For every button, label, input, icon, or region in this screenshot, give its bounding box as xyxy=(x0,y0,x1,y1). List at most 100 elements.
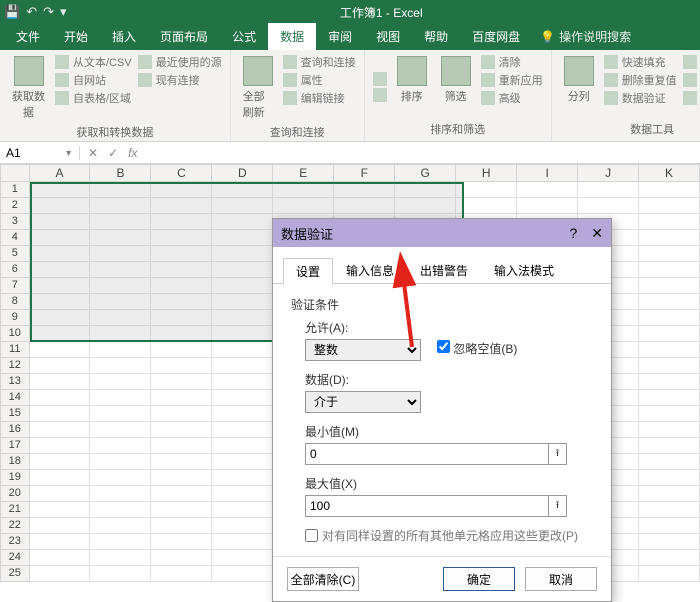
row-header[interactable]: 9 xyxy=(0,310,30,326)
min-input[interactable] xyxy=(305,443,549,465)
sort-desc-button[interactable] xyxy=(373,88,387,102)
cell[interactable] xyxy=(212,262,273,278)
cell[interactable] xyxy=(90,374,151,390)
cell[interactable] xyxy=(30,518,91,534)
remove-dup-button[interactable]: 删除重复值 xyxy=(604,72,677,88)
row-header[interactable]: 24 xyxy=(0,550,30,566)
clear-filter-button[interactable]: 清除 xyxy=(481,54,543,70)
row-header[interactable]: 12 xyxy=(0,358,30,374)
cell[interactable] xyxy=(212,390,273,406)
cell[interactable] xyxy=(151,470,212,486)
cell[interactable] xyxy=(151,246,212,262)
cell[interactable] xyxy=(30,438,91,454)
cell[interactable] xyxy=(90,278,151,294)
tab-baidu[interactable]: 百度网盘 xyxy=(460,23,532,50)
text-to-columns-button[interactable]: 分列 xyxy=(560,54,598,119)
cell[interactable] xyxy=(639,534,700,550)
column-header[interactable]: E xyxy=(273,164,334,182)
tab-layout[interactable]: 页面布局 xyxy=(148,23,220,50)
cell[interactable] xyxy=(151,486,212,502)
cell[interactable] xyxy=(30,470,91,486)
cell[interactable] xyxy=(30,294,91,310)
cell[interactable] xyxy=(151,198,212,214)
flash-fill-button[interactable]: 快速填充 xyxy=(604,54,677,70)
row-header[interactable]: 17 xyxy=(0,438,30,454)
select-all-corner[interactable] xyxy=(0,164,30,182)
cell[interactable] xyxy=(639,550,700,566)
cell[interactable] xyxy=(30,390,91,406)
cell[interactable] xyxy=(639,470,700,486)
cell[interactable] xyxy=(334,182,395,198)
cell[interactable] xyxy=(639,422,700,438)
cell[interactable] xyxy=(212,422,273,438)
redo-icon[interactable]: ↷ xyxy=(43,4,54,20)
row-header[interactable]: 21 xyxy=(0,502,30,518)
max-input[interactable] xyxy=(305,495,549,517)
cell[interactable] xyxy=(212,566,273,582)
tell-me-search[interactable]: 💡 操作说明搜索 xyxy=(532,23,639,50)
cell[interactable] xyxy=(639,278,700,294)
cell[interactable] xyxy=(639,294,700,310)
ignore-blank-checkbox[interactable]: 忽略空值(B) xyxy=(437,340,517,357)
cell[interactable] xyxy=(151,422,212,438)
row-header[interactable]: 10 xyxy=(0,326,30,342)
cell[interactable] xyxy=(212,326,273,342)
cell[interactable] xyxy=(30,358,91,374)
cell[interactable] xyxy=(151,406,212,422)
cell[interactable] xyxy=(212,406,273,422)
cell[interactable] xyxy=(90,198,151,214)
edit-links-button[interactable]: 编辑链接 xyxy=(283,90,356,106)
from-table-button[interactable]: 自表格/区域 xyxy=(55,90,132,106)
cell[interactable] xyxy=(90,422,151,438)
tab-formula[interactable]: 公式 xyxy=(220,23,268,50)
cell[interactable] xyxy=(212,374,273,390)
cell[interactable] xyxy=(456,198,517,214)
row-header[interactable]: 2 xyxy=(0,198,30,214)
save-icon[interactable]: 💾 xyxy=(4,4,20,20)
row-header[interactable]: 8 xyxy=(0,294,30,310)
cell[interactable] xyxy=(151,326,212,342)
clear-all-button[interactable]: 全部清除(C) xyxy=(287,567,359,591)
cell[interactable] xyxy=(212,294,273,310)
cell[interactable] xyxy=(151,262,212,278)
row-header[interactable]: 1 xyxy=(0,182,30,198)
dialog-tab-input-msg[interactable]: 输入信息 xyxy=(333,257,407,283)
tab-help[interactable]: 帮助 xyxy=(412,23,460,50)
row-header[interactable]: 15 xyxy=(0,406,30,422)
cell[interactable] xyxy=(639,262,700,278)
cell[interactable] xyxy=(90,534,151,550)
column-header[interactable]: I xyxy=(517,164,578,182)
row-header[interactable]: 19 xyxy=(0,470,30,486)
cell[interactable] xyxy=(212,214,273,230)
undo-icon[interactable]: ↶ xyxy=(26,4,37,20)
column-header[interactable]: G xyxy=(395,164,456,182)
cell[interactable] xyxy=(151,294,212,310)
cell[interactable] xyxy=(30,262,91,278)
cell[interactable] xyxy=(212,358,273,374)
cell[interactable] xyxy=(90,406,151,422)
cell[interactable] xyxy=(639,390,700,406)
relationships-button[interactable]: 关系 xyxy=(683,72,700,88)
cell[interactable] xyxy=(212,198,273,214)
data-select[interactable]: 介于 xyxy=(305,391,421,413)
cell[interactable] xyxy=(639,182,700,198)
cell[interactable] xyxy=(456,182,517,198)
column-header[interactable]: J xyxy=(578,164,639,182)
cell[interactable] xyxy=(90,470,151,486)
tab-review[interactable]: 审阅 xyxy=(316,23,364,50)
name-box[interactable]: A1 ▼ xyxy=(0,146,80,160)
cell[interactable] xyxy=(639,310,700,326)
cell[interactable] xyxy=(90,518,151,534)
cell[interactable] xyxy=(90,310,151,326)
cell[interactable] xyxy=(212,518,273,534)
cell[interactable] xyxy=(639,518,700,534)
cell[interactable] xyxy=(639,326,700,342)
cell[interactable] xyxy=(90,182,151,198)
cell[interactable] xyxy=(90,390,151,406)
cell[interactable] xyxy=(639,342,700,358)
cell[interactable] xyxy=(151,502,212,518)
cell[interactable] xyxy=(151,534,212,550)
cell[interactable] xyxy=(30,214,91,230)
range-picker-icon[interactable]: ⭱ xyxy=(549,495,567,517)
enter-icon[interactable]: ✓ xyxy=(108,146,118,160)
